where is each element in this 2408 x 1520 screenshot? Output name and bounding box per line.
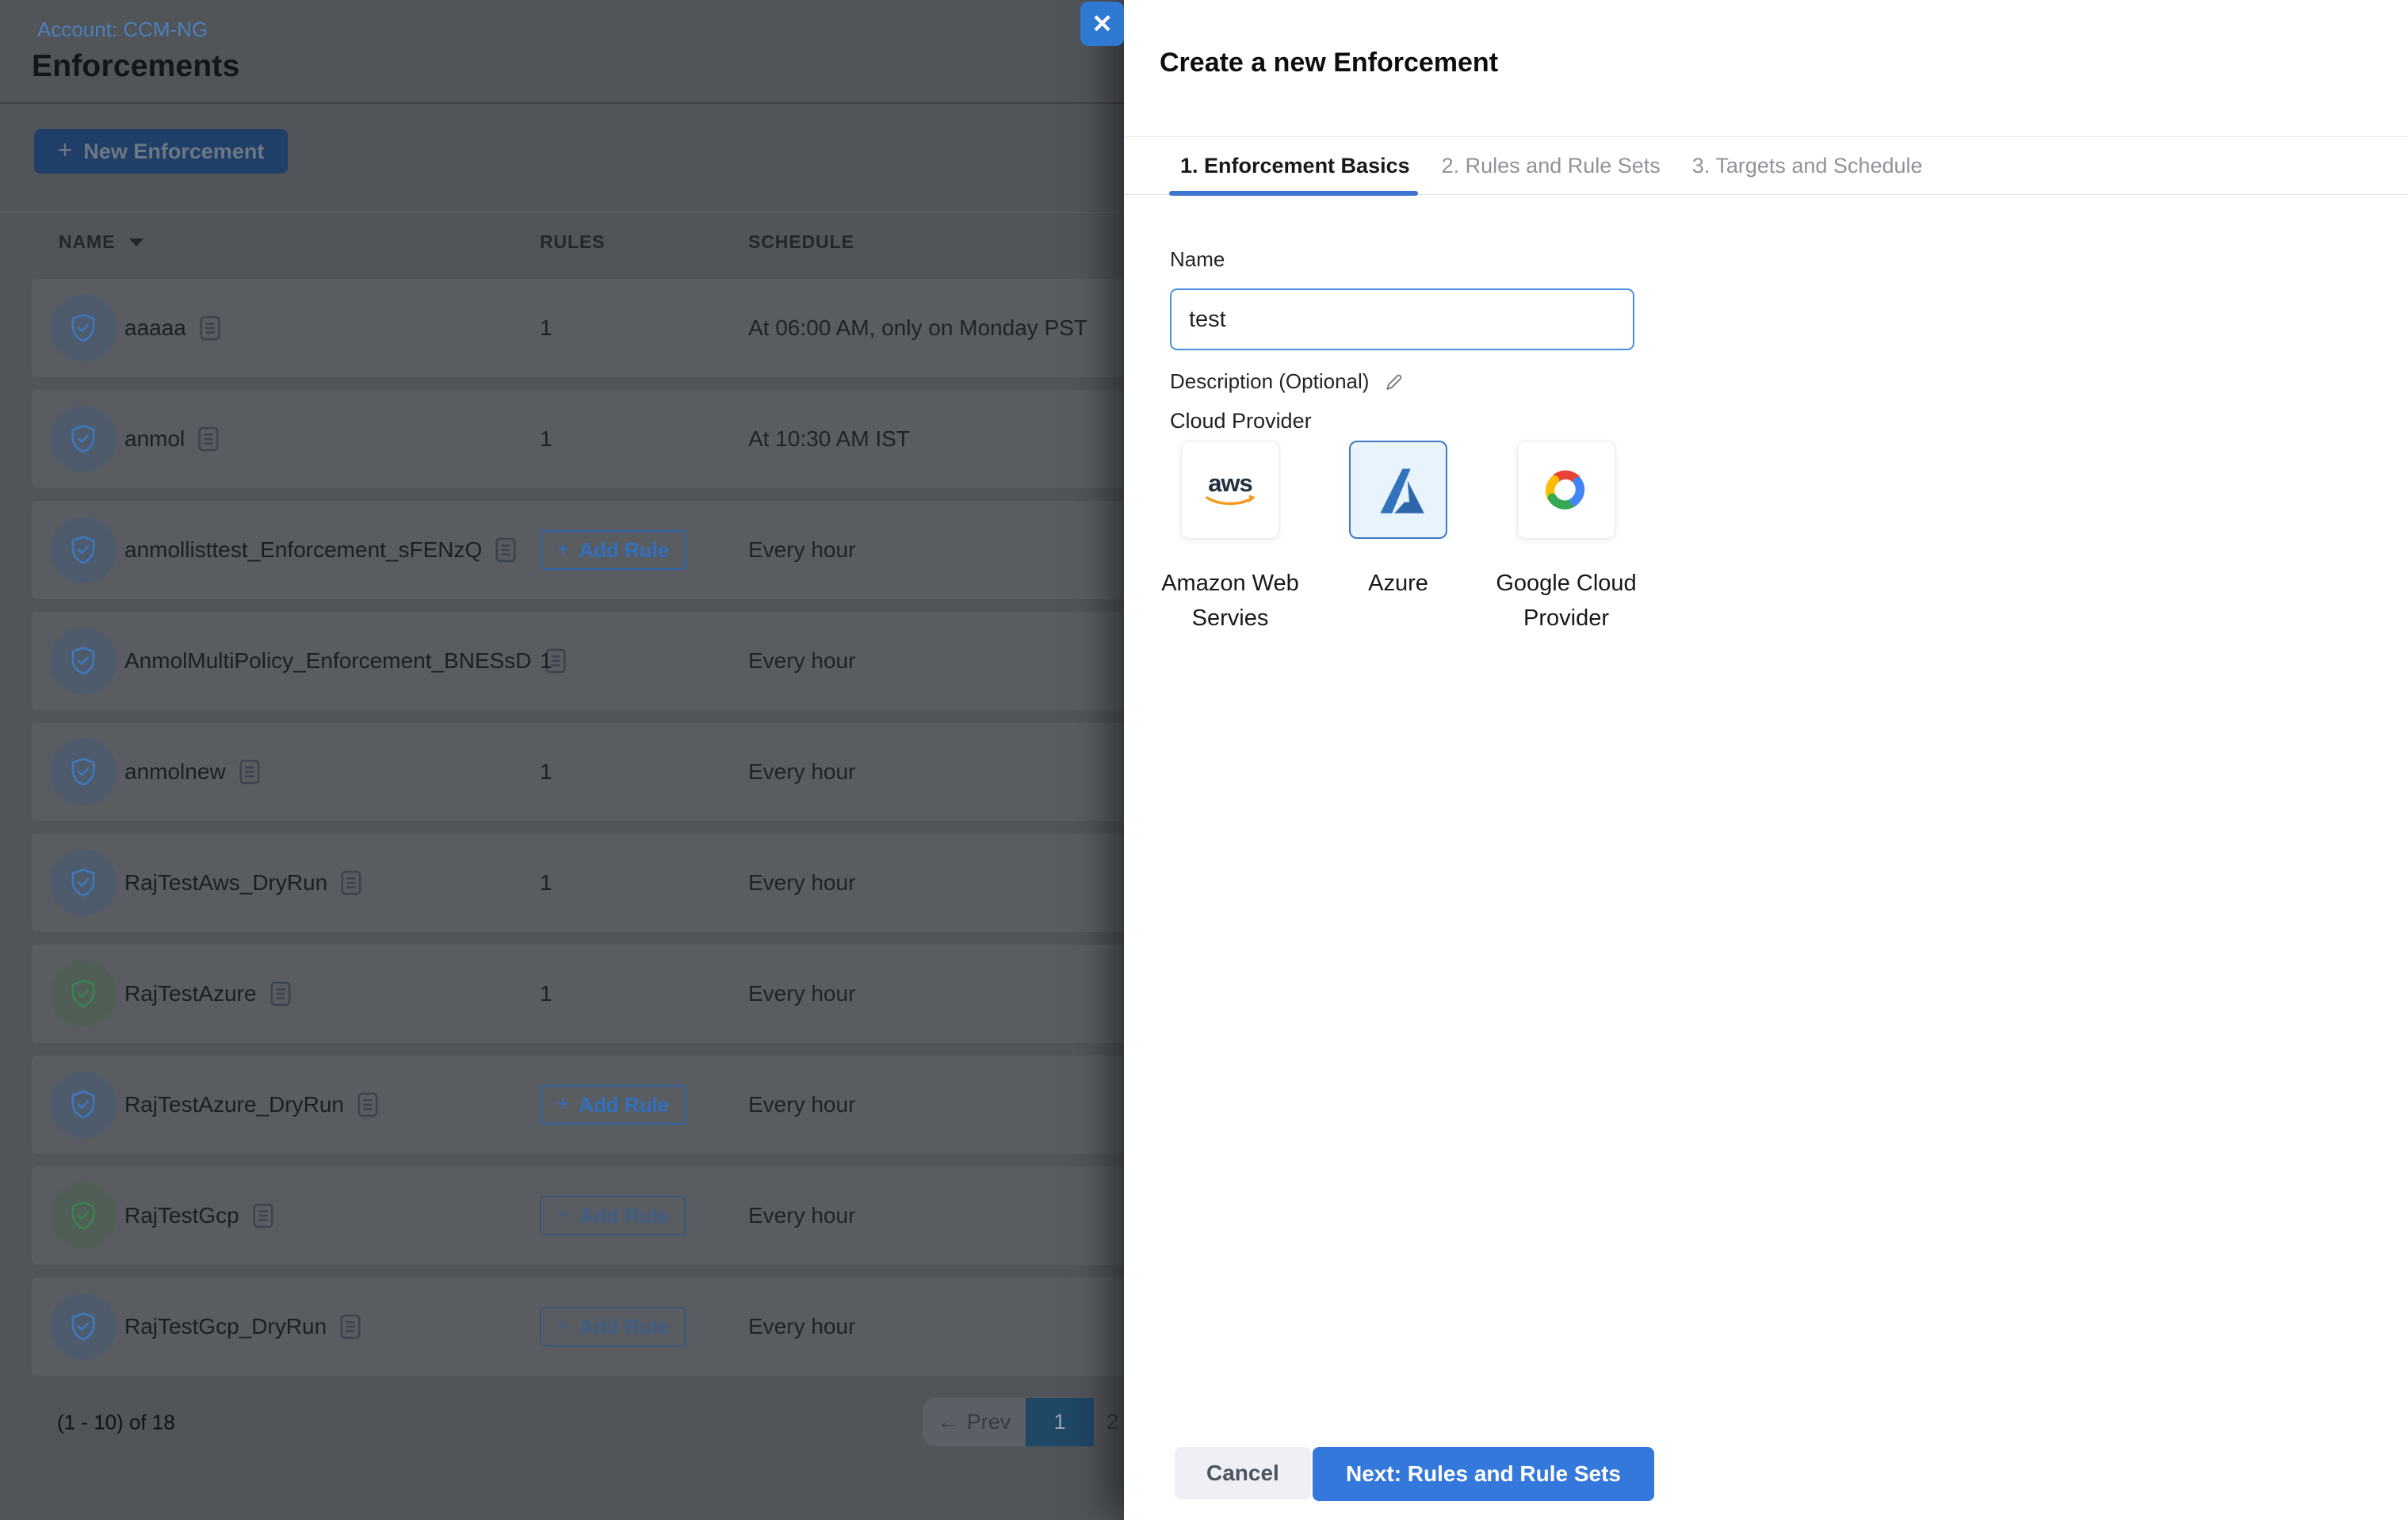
tab-3[interactable]: 3. Targets and Schedule [1692, 137, 1923, 194]
gcp-logo [1546, 470, 1585, 510]
azure-logo [1380, 468, 1424, 514]
close-icon[interactable]: ✕ [1080, 2, 1124, 46]
description-label: Description (Optional) [1170, 369, 1370, 393]
cloud-provider-label: Cloud Provider [1170, 409, 1312, 433]
edit-description-pencil-icon[interactable] [1383, 371, 1405, 393]
name-label: Name [1170, 247, 1225, 271]
next-button[interactable]: Next: Rules and Rule Sets [1313, 1447, 1654, 1501]
aws-logo: aws [1208, 469, 1253, 497]
wizard-tabs: 1. Enforcement Basics 2. Rules and Rule S… [1124, 136, 2408, 196]
cloud-provider-card-aws[interactable]: aws Amazon Web Servies [1161, 441, 1299, 631]
drawer-title: Create a new Enforcement [1160, 48, 1499, 78]
cloud-provider-card-gcp[interactable]: Google Cloud Provider [1496, 441, 1637, 631]
cloud-provider-card-azure[interactable]: Azure [1349, 441, 1447, 596]
name-input[interactable] [1170, 288, 1634, 350]
cancel-button[interactable]: Cancel [1175, 1447, 1311, 1499]
tab-1[interactable]: 1. Enforcement Basics [1169, 137, 1418, 196]
cloud-provider-card-label: Google Cloud Provider [1496, 571, 1637, 631]
create-enforcement-drawer: ✕ Create a new Enforcement 1. Enforcemen… [1080, 0, 2408, 1520]
tab-2[interactable]: 2. Rules and Rule Sets [1442, 137, 1661, 194]
cloud-provider-options: aws Amazon Web Servies Azure Google Clou… [1161, 441, 1637, 631]
modal-overlay[interactable] [0, 0, 1124, 1520]
drawer-footer: Cancel Next: Rules and Rule Sets [1124, 1447, 2408, 1503]
